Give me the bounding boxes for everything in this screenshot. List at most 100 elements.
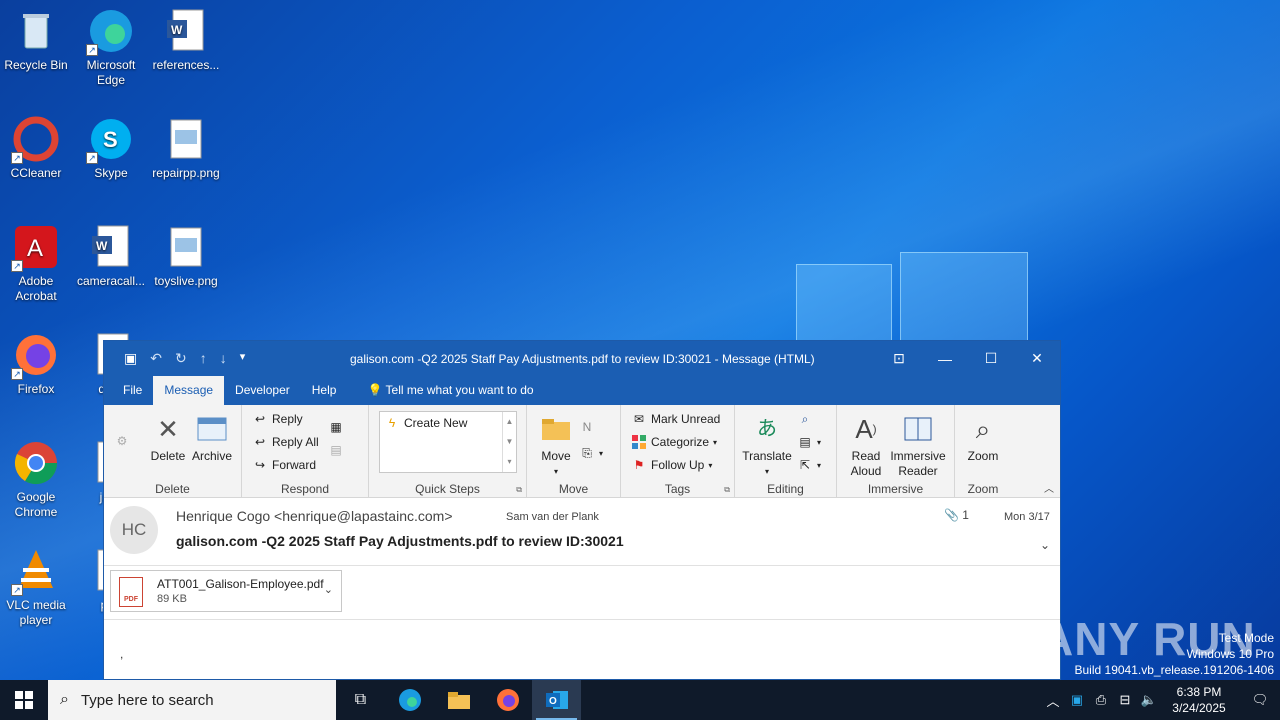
move-button[interactable]: Move ▾ [537, 413, 575, 479]
maximize-icon[interactable]: ☐ [968, 341, 1014, 376]
categorize-button[interactable]: Categorize ▾ [631, 434, 717, 450]
desktop-icon-label: repairpp.png [152, 166, 220, 180]
group-label: Editing [767, 482, 804, 496]
meet-now-icon[interactable]: ⎙ [1092, 692, 1110, 708]
firefox-icon [496, 689, 519, 711]
desktop-icon-label: Microsoft Edge [86, 58, 136, 87]
sender[interactable]: Henrique Cogo <henrique@lapastainc.com> [176, 508, 453, 524]
mark-unread-label: Mark Unread [651, 412, 721, 426]
desktop-icon-ccleaner[interactable]: ↗ CCleaner [0, 116, 72, 181]
ribbon-group-quick-steps: ϟ Create New ▲ ▼ ▾ Quick Steps ⧉ [369, 405, 527, 498]
svg-text:O: O [549, 696, 557, 707]
onenote-button[interactable]: N [579, 419, 595, 435]
clock[interactable]: 6:38 PM 3/24/2025 [1164, 684, 1234, 716]
desktop-icon-label: Google Chrome [14, 490, 58, 519]
image-file-icon [163, 224, 209, 270]
immersive-reader-icon [902, 413, 934, 445]
system-tray: ︿ ▣ ⎙ ⊟ 🔈 6:38 PM 3/24/2025 🗨 [1044, 680, 1280, 720]
meeting-button[interactable]: ▦ [328, 419, 344, 435]
tab-message[interactable]: Message [153, 376, 225, 405]
reply-all-button[interactable]: ↩ Reply All [252, 434, 319, 450]
related-button[interactable]: ▤ ▾ [797, 434, 821, 450]
immersive-reader-button[interactable]: Immersive Reader [887, 413, 949, 479]
network-icon[interactable]: ⊟ [1116, 692, 1134, 708]
desktop-icon-toyslive[interactable]: toyslive.png [150, 224, 222, 289]
dialog-launcher-icon[interactable]: ⧉ [724, 485, 730, 495]
attachment-item[interactable]: PDF ATT001_Galison-Employee.pdf 89 KB ⌄ [110, 570, 342, 612]
tell-me-label: Tell me what you want to do [385, 383, 534, 397]
expand-header-chevron-icon[interactable]: ⌄ [1040, 538, 1050, 552]
desktop-icon-recycle-bin[interactable]: Recycle Bin [0, 8, 72, 73]
desktop-icon-label: toyslive.png [154, 274, 218, 288]
translate-button[interactable]: あ Translate ▾ [741, 413, 793, 479]
desktop-icon-edge[interactable]: ↗ Microsoft Edge [75, 8, 147, 88]
next-item-icon[interactable]: ↓ [220, 350, 227, 367]
desktop-icon-acrobat[interactable]: A ↗ Adobe Acrobat [0, 224, 72, 304]
show-hidden-icons-chevron-icon[interactable]: ︿ [1044, 691, 1062, 710]
tab-file[interactable]: File [112, 376, 153, 405]
ignore-button[interactable]: ⚙ [114, 433, 130, 449]
lightbulb-icon: 💡 [367, 383, 383, 397]
svg-text:W: W [96, 239, 108, 253]
recipient[interactable]: Sam van der Plank [506, 511, 599, 523]
group-label: Move [558, 482, 589, 496]
tab-help[interactable]: Help [301, 376, 348, 405]
desktop-icon-repairpp[interactable]: repairpp.png [150, 116, 222, 181]
ribbon-display-options-icon[interactable]: ⊡ [876, 341, 922, 376]
customize-qat-icon[interactable]: ▾ [240, 350, 246, 367]
find-icon: ⌕ [801, 411, 809, 426]
outlook-tray-icon[interactable]: ▣ [1068, 692, 1086, 708]
gallery-scroll[interactable]: ▲ ▼ ▾ [502, 412, 516, 472]
mark-unread-button[interactable]: ✉ Mark Unread [631, 411, 720, 427]
desktop-icon-firefox[interactable]: ↗ Firefox [0, 332, 72, 397]
more-respond-button[interactable]: ▤ [328, 442, 344, 458]
taskbar-search-box[interactable]: ⌕ Type here to search [48, 680, 336, 720]
taskbar-file-explorer[interactable] [434, 680, 483, 720]
start-button[interactable] [0, 680, 48, 720]
delete-button[interactable]: ✕ Delete [148, 413, 188, 464]
read-aloud-icon: A) [855, 413, 877, 444]
immersive-reader-label-line2: Reader [898, 464, 938, 478]
task-view-button[interactable]: ⧉ [336, 680, 385, 720]
undo-icon[interactable]: ↶ [150, 350, 162, 367]
outlook-icon: O [545, 691, 568, 709]
taskbar-edge[interactable] [385, 680, 434, 720]
minimize-icon[interactable]: — [922, 341, 968, 376]
message-body[interactable]: , [104, 620, 1060, 680]
taskbar-outlook[interactable]: O [532, 680, 581, 720]
previous-item-icon[interactable]: ↑ [200, 350, 207, 367]
windows-start-icon [15, 691, 33, 709]
reply-button[interactable]: ↩ Reply [252, 411, 303, 427]
archive-button[interactable]: Archive [190, 413, 234, 464]
dialog-launcher-icon[interactable]: ⧉ [516, 485, 522, 495]
notifications-icon[interactable]: 🗨 [1240, 692, 1280, 708]
desktop-icon-word-cameracall[interactable]: W cameracall... [75, 224, 147, 289]
pdf-icon: PDF [119, 577, 143, 607]
search-placeholder: Type here to search [80, 691, 214, 709]
follow-up-button[interactable]: ⚑ Follow Up ▾ [631, 457, 713, 473]
zoom-button[interactable]: ⌕ Zoom [961, 413, 1005, 464]
forward-button[interactable]: ↪ Forward [252, 457, 316, 473]
group-label: Quick Steps [415, 482, 480, 496]
desktop-icon-word-references[interactable]: W references... [150, 8, 222, 73]
save-icon[interactable]: ▣ [124, 350, 137, 367]
read-aloud-button[interactable]: A) Read Aloud [845, 413, 887, 479]
attachment-menu-chevron-icon[interactable]: ⌄ [324, 583, 333, 596]
collapse-ribbon-icon[interactable]: ︿ [1044, 480, 1054, 495]
volume-icon[interactable]: 🔈 [1140, 692, 1158, 708]
select-button[interactable]: ⇱ ▾ [797, 457, 821, 473]
desktop-icon-skype[interactable]: S ↗ Skype [75, 116, 147, 181]
close-icon[interactable]: ✕ [1014, 341, 1060, 376]
find-button[interactable]: ⌕ [797, 411, 813, 427]
desktop-icon-vlc[interactable]: ↗ VLC media player [0, 548, 72, 628]
folder-icon [447, 692, 470, 709]
actions-button[interactable]: ⎘ ▾ [579, 445, 603, 461]
ribbon-group-move: Move ▾ N ⎘ ▾ Move [527, 405, 621, 498]
tab-developer[interactable]: Developer [224, 376, 301, 405]
taskbar-firefox[interactable] [483, 680, 532, 720]
create-new-quick-step[interactable]: ϟ Create New [384, 415, 468, 431]
desktop-icon-chrome[interactable]: Google Chrome [0, 440, 72, 520]
redo-icon[interactable]: ↻ [175, 350, 187, 367]
tell-me-search[interactable]: 💡 Tell me what you want to do [367, 376, 533, 405]
delete-x-icon: ✕ [157, 413, 179, 444]
